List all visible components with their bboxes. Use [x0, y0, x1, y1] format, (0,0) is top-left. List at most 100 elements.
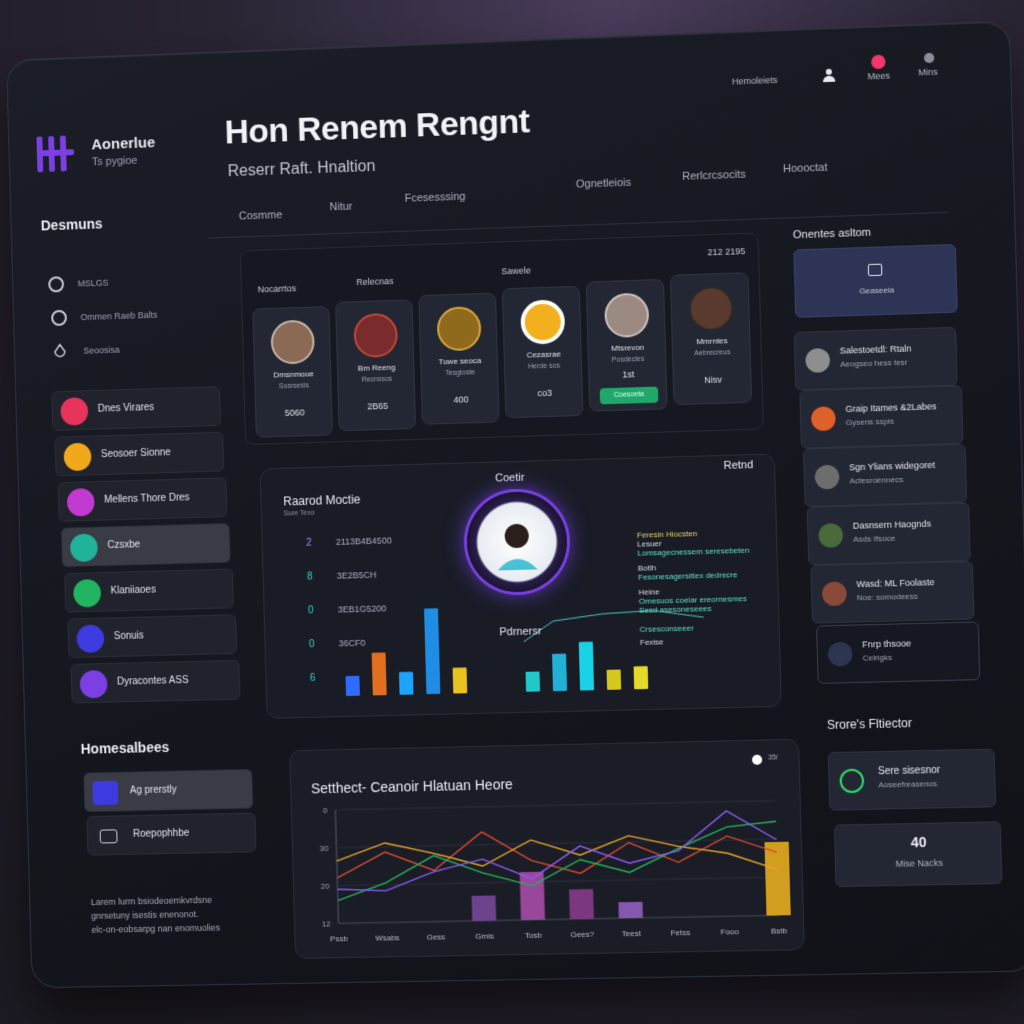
profile-avatar[interactable] [466, 491, 569, 594]
stat-value: 40 [835, 832, 1002, 851]
right-list-item-1[interactable]: Salestoetdl: Rtaln Aeogseo hess tesr [794, 327, 958, 391]
users-icon[interactable] [821, 67, 838, 84]
right-list-item-3[interactable]: Sgn Ylians widegoret Actesroennecs [803, 444, 967, 507]
avatar [815, 465, 840, 490]
bar-mark [453, 668, 468, 694]
avatar [688, 286, 734, 332]
featured-card[interactable]: Geaseela [793, 244, 957, 318]
clock-icon[interactable] [752, 755, 762, 765]
right-title[interactable]: Retnd [723, 459, 753, 472]
right-list-item-6[interactable]: Fnrp thsooe Celrigks [816, 621, 980, 683]
sidebar-item-6[interactable]: Sonuis [67, 614, 237, 658]
stat-index: 0 [309, 639, 315, 650]
right-item-subtitle: Celrigks [862, 653, 892, 663]
settings-card[interactable]: Sere sisesnor Aoseefreasenos [828, 749, 996, 811]
radio-option-1[interactable] [48, 276, 64, 292]
sidebar2-item-label: Ag prerstly [130, 784, 177, 796]
stat-index: 8 [307, 571, 313, 582]
stat-text: 3E2B5CH [337, 570, 377, 581]
y-tick-label: 0 [323, 806, 328, 815]
drop-icon[interactable] [54, 343, 66, 357]
bar-mark [607, 670, 622, 690]
user-subtitle: Posdecles [589, 355, 667, 364]
bar-mark [579, 642, 594, 691]
y-tick-label: 20 [321, 882, 331, 891]
nav-item-3[interactable]: Fcesesssing [405, 191, 466, 205]
user-card[interactable]: Bm Reeng Recnssos 2B65 [335, 299, 416, 431]
right-item-title: Dasnsern Haognds [853, 519, 932, 531]
x-tick-label: Wsabs [375, 933, 400, 942]
main-card-subtitle: Sure Texo [284, 510, 315, 518]
gear-icon [839, 769, 864, 794]
sidebar-item-5[interactable]: Klaniiaoes [64, 569, 234, 613]
bar-mark [552, 654, 567, 692]
bar-mark [618, 902, 643, 918]
stat-index: 2 [306, 538, 312, 549]
top-right-label[interactable]: Hemoleiets [732, 75, 778, 87]
right-list-item-4[interactable]: Dasnsern Haognds Asds Ifsoce [807, 502, 971, 565]
sidebar-item-label: Dnes Virares [98, 402, 155, 415]
action-button[interactable]: Coesoeta [600, 387, 659, 405]
status-dot-icon[interactable] [924, 53, 934, 63]
stat-card: 40 Mise Nacks [834, 821, 1003, 887]
nav-item-4[interactable]: Ognetleiois [576, 177, 632, 191]
right-section2-heading: Srore's Fltiector [827, 716, 912, 732]
line-chart-title: Setthect- Ceanoir Hlatuan Heore [311, 776, 513, 796]
app-icon [63, 443, 91, 472]
user-card[interactable]: Dmsnmoue Sosrsesis 5060 [252, 306, 333, 438]
sidebar-item-label: Sonuis [114, 630, 144, 642]
bar-mark [424, 608, 440, 694]
right-item-subtitle: Actesroennecs [849, 475, 903, 486]
radio-option-2[interactable] [51, 310, 67, 326]
sidebar2-item-label: Roepophhbe [133, 828, 190, 840]
user-name: Mmrntes [673, 335, 752, 347]
mins-label: Mins [918, 67, 938, 78]
settings-card-subtitle: Aoseefreasenos [878, 779, 937, 789]
sidebar-item-2[interactable]: Seosoer Sionne [54, 432, 224, 477]
user-card[interactable]: Mmrntes Aebrecreus Nisv [670, 272, 752, 405]
mees-label: Mees [867, 71, 890, 82]
avatar [520, 299, 565, 344]
app-icon [73, 579, 101, 607]
sidebar-item-label: Mellens Thore Dres [104, 492, 190, 505]
right-list-item-2[interactable]: Graip Itames &2Labes Gysens sspis [799, 385, 963, 448]
user-value: 1st [589, 368, 668, 380]
line-chart-badge: 35/ [768, 754, 778, 761]
featured-label: Geaseela [795, 283, 958, 297]
nav-item-5[interactable]: Rerlcrcsocits [682, 169, 746, 183]
right-item-subtitle: Aeogseo hess tesr [840, 358, 908, 369]
grid-line [335, 801, 775, 810]
grid-line [339, 915, 779, 923]
user-value: Nisv [674, 374, 753, 386]
avatar [604, 293, 649, 339]
app-icon [60, 397, 88, 426]
column-header: Sawele [501, 265, 531, 276]
briefcase-icon [100, 829, 118, 843]
nav-item-6[interactable]: Hoooctat [783, 162, 828, 176]
user-card[interactable]: Cezasrae Herde sos co3 [502, 286, 584, 418]
settings-card-title: Sere sisesnor [878, 765, 940, 777]
nav-item-1[interactable]: Cosmme [239, 209, 283, 222]
sidebar-item-1[interactable]: Dnes Virares [51, 386, 221, 431]
bar-mark [569, 889, 594, 919]
annotation-line: Sesd asesoneseees [639, 603, 770, 615]
column-header: 212 2195 [707, 246, 745, 257]
user-name: Bm Reeng [338, 362, 416, 373]
user-card[interactable]: Tuwe seoca Tesgtoste 400 [418, 293, 499, 425]
notification-dot-icon[interactable] [871, 55, 886, 70]
right-list-item-5[interactable]: Wasd: ML Foolaste Noe: somodeess [810, 561, 974, 624]
sidebar-item-label: Dyracontes ASS [117, 675, 189, 688]
app-icon [67, 488, 95, 516]
sidebar-item-4[interactable]: Czsxbe [61, 523, 231, 567]
partner-label: Pdrnersr [499, 625, 541, 638]
user-name: Mtsrevon [588, 342, 667, 354]
sidebar2-item-2[interactable]: Roepophhbe [86, 813, 256, 856]
sidebar-item-3[interactable]: Mellens Thore Dres [58, 477, 228, 521]
bar-mark [346, 676, 360, 696]
sidebar-item-7[interactable]: Dyracontes ASS [71, 660, 241, 704]
nav-item-2[interactable]: Nitur [329, 201, 352, 214]
x-tick-label: Tosb [525, 931, 543, 940]
user-card[interactable]: Mtsrevon Posdecles 1st Coesoeta [586, 279, 668, 412]
app-icon [70, 534, 98, 562]
sidebar2-item-1[interactable]: Ag prerstly [83, 769, 253, 812]
